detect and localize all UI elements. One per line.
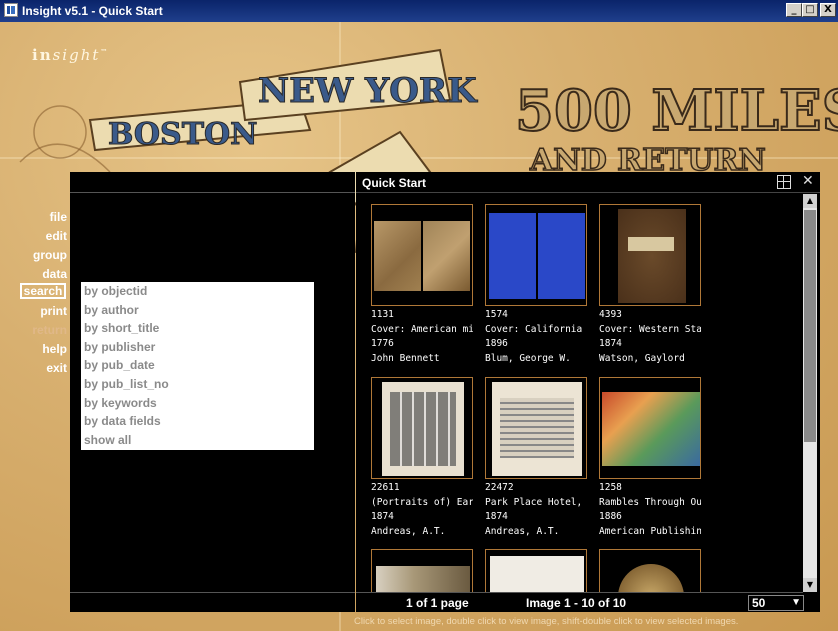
thumbnail-image[interactable] (371, 549, 473, 592)
thumbnail-author: Blum, George W. (485, 352, 571, 364)
scroll-thumb[interactable] (804, 210, 816, 442)
status-hint: Click to select image, double click to v… (354, 616, 739, 627)
menu-return[interactable]: return (32, 323, 67, 337)
thumbnail-id: 22611 (371, 482, 400, 493)
thumbnail-id: 1131 (371, 309, 394, 320)
thumbnail-image[interactable] (371, 204, 473, 306)
thumbnail-item[interactable]: 1258 Rambles Through Ou 1886 American Pu… (599, 377, 701, 539)
image-count-info: Image 1 - 10 of 10 (526, 596, 627, 610)
menu-edit[interactable]: edit (46, 229, 67, 243)
logo-suffix: sight (52, 46, 101, 64)
thumbnail-author: American Publishing (599, 525, 701, 537)
minimize-button[interactable]: _ (786, 3, 802, 17)
maximize-button[interactable]: □ (802, 3, 818, 17)
insight-logo: insight™ (32, 46, 109, 64)
menu-exit[interactable]: exit (46, 361, 67, 375)
thumbnail-author: Watson, Gaylord (599, 352, 685, 364)
thumbnail-image[interactable] (599, 549, 701, 592)
left-panel-divider-top (70, 192, 355, 193)
page-info: 1 of 1 page (406, 596, 469, 610)
poster-text-500miles: 500 MILES (515, 78, 838, 144)
thumbnail-item[interactable] (485, 549, 587, 592)
thumbnail-year: 1776 (371, 338, 394, 349)
thumbnail-id: 1258 (599, 482, 622, 493)
thumbnail-item[interactable]: 1131 Cover: American mi 1776 John Bennet… (371, 204, 473, 366)
menu-search[interactable]: search (20, 283, 66, 299)
thumbnail-title: Rambles Through Ou (599, 496, 701, 508)
left-panel-divider-bottom (70, 592, 355, 593)
submenu-item-short-title[interactable]: by short_title (81, 319, 314, 338)
thumbnail-image[interactable] (485, 549, 587, 592)
thumbnail-year: 1896 (485, 338, 508, 349)
thumbnail-row-partial (356, 549, 803, 592)
thumbnail-year: 1874 (485, 511, 508, 522)
submenu-item-pub-date[interactable]: by pub_date (81, 356, 314, 375)
thumbnail-author: Andreas, A.T. (485, 525, 560, 537)
thumbnail-item[interactable]: 22472 Park Place Hotel, Gr 1874 Andreas,… (485, 377, 587, 539)
image-panel: Quick Start ✕ ▲ ▼ 1131 Cover: American m… (356, 172, 820, 612)
title-bar: Insight v5.1 - Quick Start _ □ X (0, 0, 838, 22)
panel-divider (356, 192, 820, 193)
logo-tm: ™ (100, 47, 110, 56)
thumbnail-image[interactable] (485, 204, 587, 306)
thumbnail-title: Cover: Western Stat (599, 323, 701, 335)
submenu-item-keywords[interactable]: by keywords (81, 394, 314, 413)
menu-file[interactable]: file (50, 210, 67, 224)
submenu-item-data-fields[interactable]: by data fields (81, 412, 314, 431)
thumbnail-item[interactable] (599, 549, 701, 592)
thumbnail-title: (Portraits of) Early s (371, 496, 473, 508)
thumbnail-item[interactable]: 4393 Cover: Western Stat 1874 Watson, Ga… (599, 204, 701, 366)
submenu-item-objectid[interactable]: by objectid (81, 282, 314, 301)
thumbnail-id: 4393 (599, 309, 622, 320)
thumbnail-item[interactable]: 1574 Cover: California cy 1896 Blum, Geo… (485, 204, 587, 366)
panel-title: Quick Start (362, 176, 427, 190)
submenu-item-show-all[interactable]: show all (81, 431, 314, 450)
poster-text-boston: BOSTON (108, 117, 258, 152)
panel-footer-divider (356, 592, 803, 593)
menu-data[interactable]: data (42, 267, 67, 281)
thumbnail-year: 1874 (599, 338, 622, 349)
thumbnail-year: 1874 (371, 511, 394, 522)
scroll-up-icon[interactable]: ▲ (803, 194, 817, 208)
chevron-down-icon: ▼ (791, 597, 801, 608)
menu-group[interactable]: group (33, 248, 67, 262)
search-submenu: by objectid by author by short_title by … (81, 282, 314, 450)
thumbnail-title: Park Place Hotel, Gr (485, 496, 587, 508)
thumbnail-image[interactable] (599, 204, 701, 306)
grid-view-icon[interactable] (777, 175, 791, 189)
submenu-item-publisher[interactable]: by publisher (81, 338, 314, 357)
thumbnail-title: Cover: American mi (371, 323, 473, 335)
thumbnail-title: Cover: California cy (485, 323, 587, 335)
poster-text-newyork: NEW YORK (258, 71, 478, 111)
thumbnail-author: Andreas, A.T. (371, 525, 446, 537)
menu-print[interactable]: print (40, 304, 67, 318)
per-page-select[interactable]: 50 ▼ (748, 595, 804, 611)
logo-prefix: in (32, 46, 53, 64)
submenu-item-pub-list-no[interactable]: by pub_list_no (81, 375, 314, 394)
thumbnail-id: 1574 (485, 309, 508, 320)
submenu-item-author[interactable]: by author (81, 301, 314, 320)
vertical-scrollbar[interactable]: ▲ ▼ (803, 194, 817, 592)
scroll-down-icon[interactable]: ▼ (803, 578, 817, 592)
thumbnail-image[interactable] (485, 377, 587, 479)
close-window-button[interactable]: X (820, 3, 836, 17)
thumbnail-image[interactable] (371, 377, 473, 479)
menu-help[interactable]: help (42, 342, 67, 356)
thumbnail-image[interactable] (599, 377, 701, 479)
thumbnail-item[interactable] (371, 549, 473, 592)
close-icon[interactable]: ✕ (802, 173, 814, 189)
window-title: Insight v5.1 - Quick Start (22, 4, 163, 18)
per-page-value: 50 (752, 596, 766, 610)
thumbnail-item[interactable]: 22611 (Portraits of) Early s 1874 Andrea… (371, 377, 473, 539)
app-icon (4, 3, 18, 17)
thumbnail-year: 1886 (599, 511, 622, 522)
thumbnail-id: 22472 (485, 482, 514, 493)
thumbnail-author: John Bennett (371, 352, 440, 364)
